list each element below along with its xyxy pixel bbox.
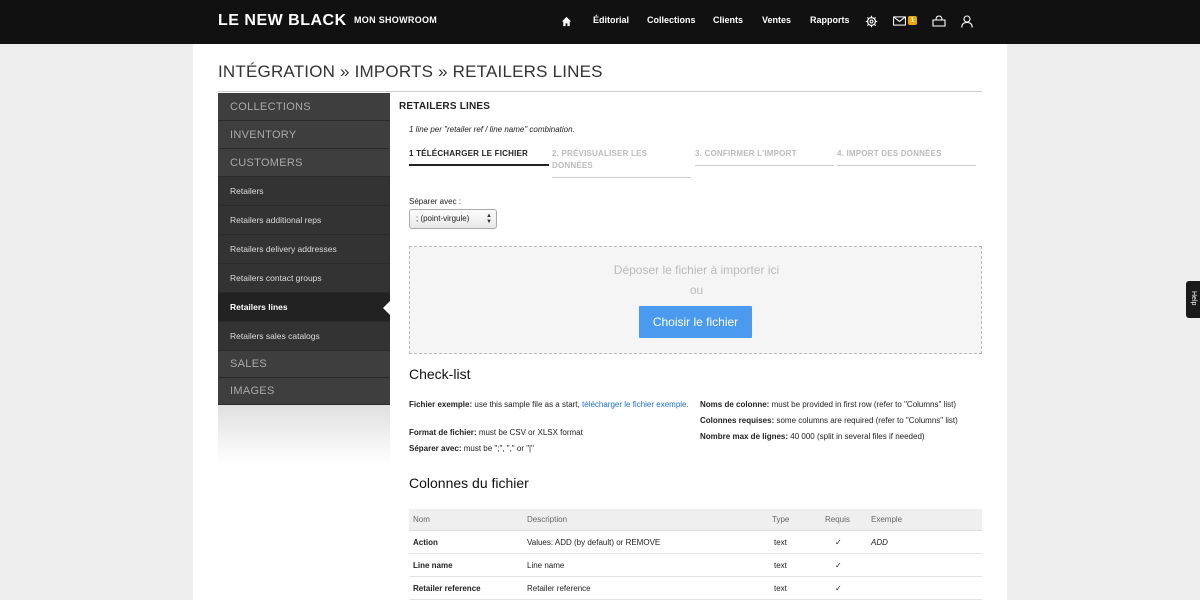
separator-select[interactable]: ; (point-virgule) ▲ ▼: [409, 209, 497, 229]
table-row: Action Values: ADD (by default) or REMOV…: [409, 531, 982, 554]
check-icon: ✓: [835, 584, 842, 593]
message-count-badge: 1: [908, 16, 917, 25]
checklist-separator: Séparer avec: must be ";", "," or "|": [409, 443, 689, 455]
page-subtitle: 1 line per "retailer ref / line name" co…: [409, 125, 575, 134]
sidebar-section-inventory[interactable]: INVENTORY: [218, 121, 390, 149]
check-icon: ✓: [835, 538, 842, 547]
dropzone-or: ou: [689, 283, 704, 297]
choose-file-button[interactable]: Choisir le fichier: [639, 306, 752, 338]
columns-table-header: Nom Description Type Requis Exemple: [409, 509, 982, 531]
nav-collections[interactable]: Collections: [647, 15, 696, 25]
sidebar-item-retailers-additional-reps[interactable]: Retailers additional reps: [218, 206, 390, 235]
step-4-underline: [837, 165, 976, 166]
user-icon[interactable]: [959, 13, 975, 29]
mail-icon[interactable]: [891, 13, 907, 29]
checklist-column-names: Noms de colonne: must be provided in fir…: [700, 399, 990, 411]
sidebar-item-retailers-lines[interactable]: Retailers lines: [218, 293, 390, 322]
gear-icon[interactable]: [863, 13, 879, 29]
checklist-file-format: Format de fichier: must be CSV or XLSX f…: [409, 427, 689, 439]
col-header-example: Exemple: [871, 515, 903, 524]
columns-title: Colonnes du fichier: [409, 475, 529, 491]
check-text: must be provided in first row (refer to …: [771, 400, 956, 409]
step-3-confirm: 3. CONFIRMER L'IMPORT: [695, 149, 797, 158]
nav-editorial[interactable]: Éditorial: [593, 15, 629, 25]
check-label: Format de fichier:: [409, 428, 477, 437]
check-text: use this sample file as a start,: [474, 400, 580, 409]
col-header-name: Nom: [413, 515, 430, 524]
check-label: Noms de colonne:: [700, 400, 770, 409]
download-sample-link[interactable]: télécharger le fichier exemple.: [582, 400, 689, 409]
top-navbar: LE NEW BLACK MON SHOWROOM Éditorial Coll…: [0, 0, 1200, 44]
check-label: Fichier exemple:: [409, 400, 473, 409]
col-header-required: Requis: [825, 515, 850, 524]
dropzone-text: Déposer le fichier à importer ici: [613, 263, 780, 277]
cell-name: Line name: [413, 561, 453, 570]
checklist-title: Check-list: [409, 366, 471, 382]
cell-description: Values: ADD (by default) or REMOVE: [527, 538, 661, 547]
step-1-underline: [409, 164, 549, 166]
sidebar-section-sales[interactable]: SALES: [218, 351, 390, 378]
sidebar-section-collections[interactable]: COLLECTIONS: [218, 93, 390, 121]
check-text: must be CSV or XLSX format: [478, 428, 583, 437]
table-row: Line name Line name text ✓: [409, 554, 982, 577]
nav-rapports[interactable]: Rapports: [810, 15, 850, 25]
sidebar-item-retailers-sales-catalogs[interactable]: Retailers sales catalogs: [218, 322, 390, 351]
check-text: must be ";", "," or "|": [463, 444, 534, 453]
cell-example: ADD: [871, 538, 888, 547]
check-text: some columns are required (refer to "Col…: [776, 416, 958, 425]
table-row: Retailer reference Retailer reference te…: [409, 577, 982, 600]
check-icon: ✓: [835, 561, 842, 570]
check-label: Séparer avec:: [409, 444, 462, 453]
sidebar-item-retailers[interactable]: Retailers: [218, 177, 390, 206]
sidebar-section-images[interactable]: IMAGES: [218, 378, 390, 405]
separator-value: ; (point-virgule): [416, 214, 470, 223]
step-2-preview: 2. PRÉVISUALISER LES DONNÉES: [552, 149, 648, 170]
cell-name: Retailer reference: [413, 584, 481, 593]
step-2-underline: [552, 177, 691, 178]
checklist-required-columns: Colonnes requises: some columns are requ…: [700, 415, 990, 427]
check-label: Nombre max de lignes:: [700, 432, 789, 441]
sidebar: COLLECTIONS INVENTORY CUSTOMERS Retailer…: [218, 93, 390, 405]
cell-name: Action: [413, 538, 438, 547]
check-text: 40 000 (split in several files if needed…: [790, 432, 925, 441]
help-label: Help: [1190, 291, 1197, 306]
sidebar-item-label: Retailers lines: [230, 302, 288, 312]
basket-icon[interactable]: [931, 13, 947, 29]
help-tab[interactable]: Help: [1186, 281, 1200, 318]
sidebar-section-customers[interactable]: CUSTOMERS: [218, 149, 390, 177]
step-3-underline: [695, 165, 834, 166]
cell-description: Retailer reference: [527, 584, 591, 593]
col-header-description: Description: [527, 515, 568, 524]
nav-clients[interactable]: Clients: [713, 15, 743, 25]
col-header-type: Type: [772, 515, 790, 524]
cell-type: text: [774, 561, 787, 570]
page-title: RETAILERS LINES: [399, 101, 491, 112]
step-1-upload: 1 TÉLÉCHARGER LE FICHIER: [409, 149, 529, 158]
cell-type: text: [774, 584, 787, 593]
active-indicator: [383, 301, 390, 315]
check-label: Colonnes requises:: [700, 416, 775, 425]
cell-description: Line name: [527, 561, 565, 570]
nav-ventes[interactable]: Ventes: [762, 15, 791, 25]
select-arrows-icon: ▲ ▼: [486, 213, 492, 225]
showroom-link[interactable]: MON SHOWROOM: [354, 15, 437, 25]
sidebar-item-retailers-delivery-addresses[interactable]: Retailers delivery addresses: [218, 235, 390, 264]
checklist-sample-file: Fichier exemple: use this sample file as…: [409, 399, 689, 411]
breadcrumb: INTÉGRATION » IMPORTS » RETAILERS LINES: [218, 62, 603, 81]
sidebar-item-retailers-contact-groups[interactable]: Retailers contact groups: [218, 264, 390, 293]
separator-label: Séparer avec :: [409, 197, 462, 206]
step-4-import: 4. IMPORT DES DONNÉES: [837, 149, 942, 158]
checklist-max-lines: Nombre max de lignes: 40 000 (split in s…: [700, 431, 990, 443]
home-icon[interactable]: [558, 13, 574, 29]
breadcrumb-divider: [218, 91, 982, 92]
cell-type: text: [774, 538, 787, 547]
sidebar-shadow: [218, 405, 390, 465]
brand-logo[interactable]: LE NEW BLACK: [218, 12, 347, 30]
